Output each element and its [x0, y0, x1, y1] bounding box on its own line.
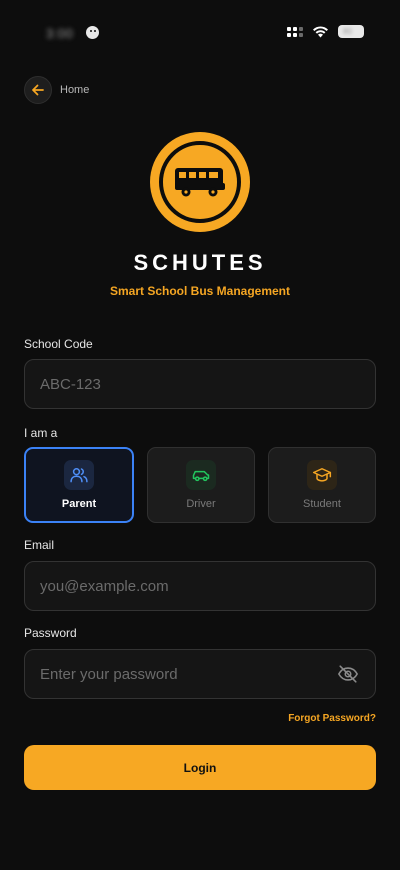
role-label: I am a [24, 426, 58, 440]
status-time: 3:00 [46, 26, 74, 41]
role-label-driver: Driver [186, 498, 216, 510]
back-label[interactable]: Home [60, 84, 89, 96]
back-navigation[interactable]: Home [24, 76, 89, 104]
role-label-parent: Parent [61, 498, 97, 510]
school-bus-icon [175, 168, 225, 197]
role-option-parent[interactable]: Parent [24, 447, 134, 523]
face-id-icon [86, 26, 99, 39]
role-option-driver[interactable]: Driver [147, 447, 255, 523]
app-title: SCHUTES [133, 250, 267, 275]
status-icons: 80 [287, 25, 364, 38]
wifi-icon [313, 26, 328, 38]
role-selector: Parent Driver Student [24, 447, 376, 523]
eye-off-icon [338, 665, 358, 683]
back-button[interactable] [24, 76, 52, 104]
arrow-left-icon [32, 84, 44, 96]
graduation-cap-icon [312, 468, 332, 482]
login-button[interactable]: Login [24, 745, 376, 790]
role-option-student[interactable]: Student [268, 447, 376, 523]
password-label: Password [24, 626, 77, 640]
battery-icon: 80 [338, 25, 364, 38]
forgot-password-link[interactable]: Forgot Password? [288, 713, 376, 724]
password-input[interactable] [24, 649, 376, 699]
signal-icon [287, 26, 303, 37]
role-label-student: Student [303, 498, 341, 510]
password-visibility-toggle[interactable] [336, 662, 360, 686]
app-subtitle: Smart School Bus Management [109, 284, 291, 298]
app-logo [150, 132, 250, 232]
users-icon [70, 468, 88, 483]
email-input[interactable] [24, 561, 376, 611]
school-code-input[interactable] [24, 359, 376, 409]
email-label: Email [24, 538, 55, 552]
car-icon [192, 470, 210, 482]
status-bar: 3:00 80 [0, 0, 400, 60]
school-code-label: School Code [24, 337, 93, 351]
